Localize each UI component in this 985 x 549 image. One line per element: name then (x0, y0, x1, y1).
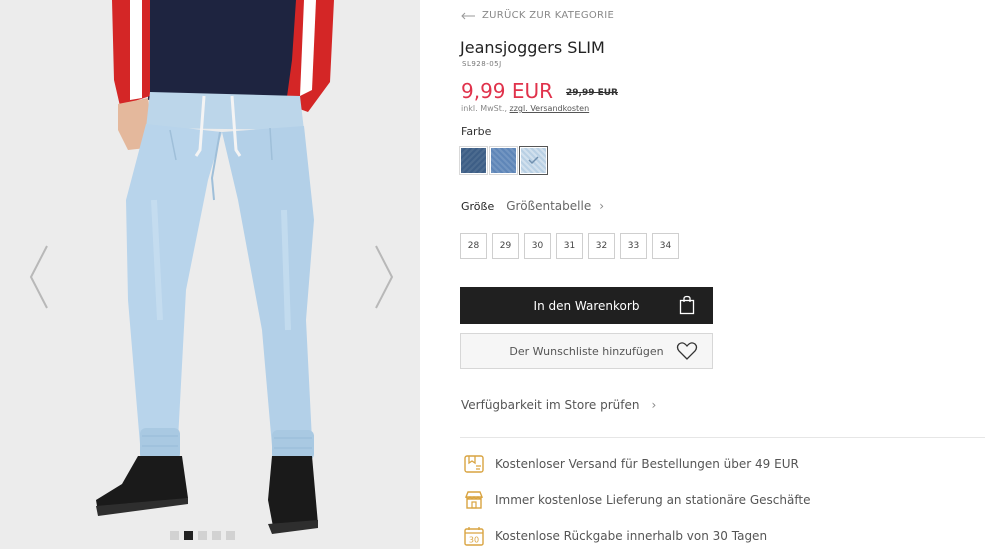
gallery-prev-arrow[interactable] (27, 244, 51, 310)
size-option[interactable]: 29 (492, 233, 519, 259)
arrow-left-icon (461, 12, 475, 19)
size-option[interactable]: 28 (460, 233, 487, 259)
benefit-free-shipping: Kostenloser Versand für Bestellungen übe… (463, 453, 799, 475)
benefit-text: Kostenlose Rückgabe innerhalb von 30 Tag… (495, 529, 768, 543)
gallery-dot[interactable] (212, 531, 221, 540)
size-chart-label: Größentabelle (506, 199, 592, 213)
store-availability-link[interactable]: Verfügbarkeit im Store prüfen › (461, 398, 656, 412)
add-to-wishlist-label: Der Wunschliste hinzufügen (509, 344, 664, 358)
chevron-right-icon: › (651, 398, 657, 412)
benefit-text: Kostenloser Versand für Bestellungen übe… (495, 457, 799, 471)
divider (460, 437, 985, 438)
gallery-dot[interactable] (226, 531, 235, 540)
size-option[interactable]: 34 (652, 233, 679, 259)
color-swatch-dark-blue[interactable] (459, 146, 488, 175)
size-row: Größe Größentabelle › (461, 199, 604, 213)
color-swatches (459, 146, 548, 175)
add-to-cart-label: In den Warenkorb (533, 298, 640, 313)
current-price: 9,99 EUR (461, 79, 554, 103)
store-availability-label: Verfügbarkeit im Store prüfen (461, 398, 640, 412)
size-option[interactable]: 30 (524, 233, 551, 259)
tax-note-text: inkl. MwSt., (461, 104, 510, 113)
add-to-cart-button[interactable]: In den Warenkorb (460, 287, 713, 324)
old-price: 29,99 EUR (566, 88, 618, 98)
gallery-dot-active[interactable] (184, 531, 193, 540)
truck-box-icon (464, 455, 484, 473)
size-option[interactable]: 33 (620, 233, 647, 259)
gallery-dots (170, 531, 235, 540)
color-label: Farbe (461, 125, 492, 138)
size-option[interactable]: 31 (556, 233, 583, 259)
checkmark-icon (528, 156, 539, 165)
size-options: 28 29 30 31 32 33 34 (460, 233, 679, 259)
size-label: Größe (461, 199, 495, 213)
shopping-bag-icon (679, 295, 695, 315)
back-to-category-link[interactable]: ZURÜCK ZUR KATEGORIE (460, 10, 614, 21)
add-to-wishlist-button[interactable]: Der Wunschliste hinzufügen (460, 333, 713, 369)
product-photo (0, 0, 420, 549)
benefit-free-returns: 30 Kostenlose Rückgabe innerhalb von 30 … (463, 525, 767, 547)
chevron-right-icon: › (599, 199, 605, 213)
shipping-costs-link[interactable]: zzgl. Versandkosten (510, 104, 590, 113)
size-option[interactable]: 32 (588, 233, 615, 259)
product-gallery (0, 0, 420, 549)
size-chart-link[interactable]: Größentabelle › (506, 199, 604, 213)
chevron-right-icon (375, 245, 394, 309)
product-sku: SL928-05J (462, 60, 502, 68)
back-link-label: ZURÜCK ZUR KATEGORIE (482, 10, 615, 21)
product-details: ZURÜCK ZUR KATEGORIE Jeansjoggers SLIM S… (459, 0, 985, 549)
chevron-left-icon (29, 245, 48, 309)
gallery-next-arrow[interactable] (372, 244, 396, 310)
heart-icon (676, 342, 698, 360)
gallery-dot[interactable] (170, 531, 179, 540)
product-title: Jeansjoggers SLIM (460, 38, 605, 57)
tax-note: inkl. MwSt., zzgl. Versandkosten (461, 104, 589, 113)
store-icon (464, 491, 484, 509)
calendar-30-icon: 30 (464, 527, 484, 546)
svg-text:30: 30 (469, 536, 479, 545)
color-swatch-mid-blue[interactable] (489, 146, 518, 175)
benefit-store-delivery: Immer kostenlose Lieferung an stationäre… (463, 489, 810, 511)
gallery-dot[interactable] (198, 531, 207, 540)
benefit-text: Immer kostenlose Lieferung an stationäre… (495, 493, 811, 507)
color-swatch-light-blue[interactable] (519, 146, 548, 175)
